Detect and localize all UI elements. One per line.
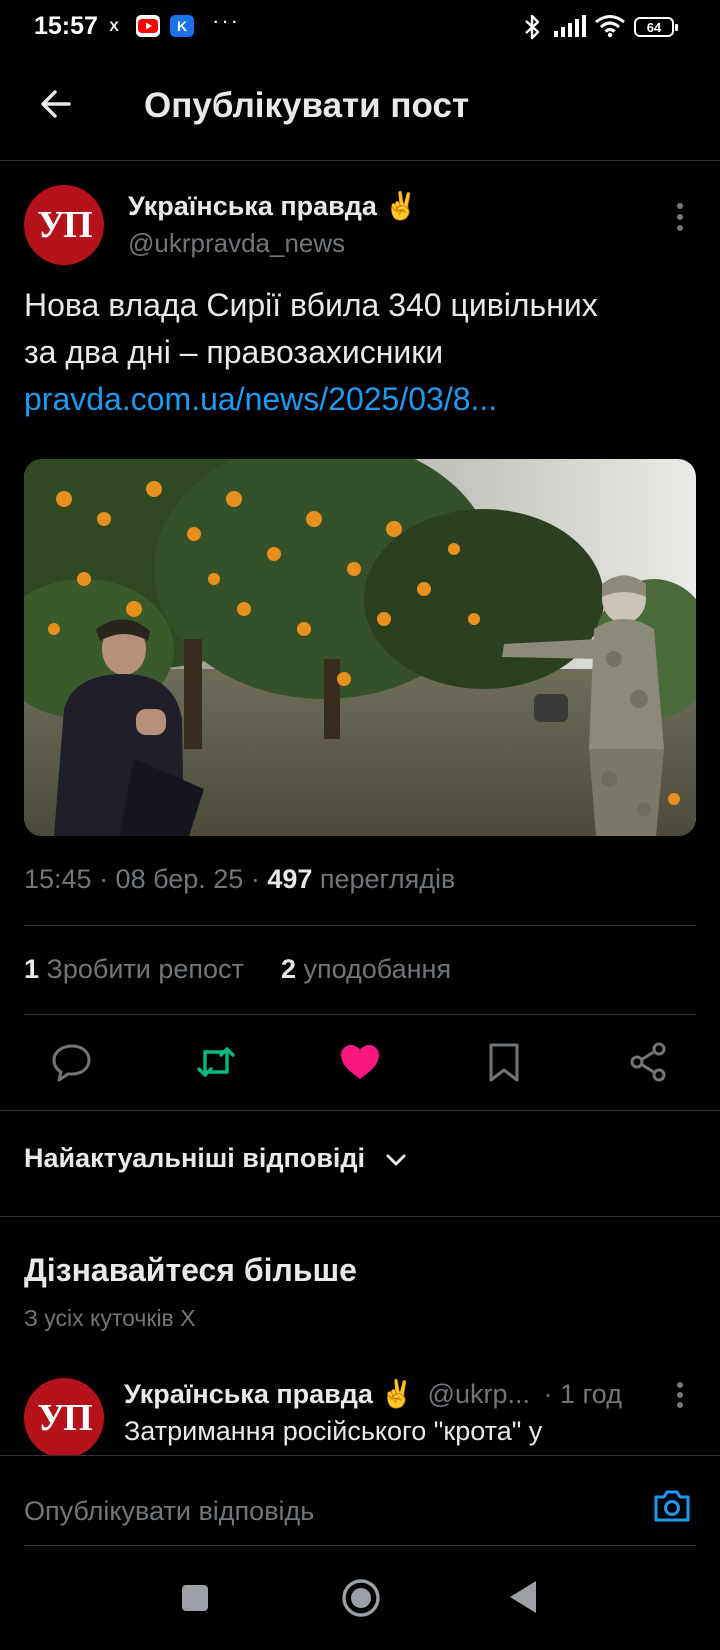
post-link[interactable]: pravda.com.ua/news/2025/03/8... bbox=[24, 376, 704, 423]
author-name[interactable]: Українська правда ✌️ bbox=[124, 1379, 414, 1409]
reply-composer: Опублікувати відповідь bbox=[0, 1455, 720, 1650]
x-icon: X bbox=[102, 15, 126, 37]
reposts-label: Зробити репост bbox=[39, 954, 244, 984]
actions-divider bbox=[0, 1110, 720, 1111]
camera-icon[interactable] bbox=[652, 1487, 692, 1525]
likes-count: 2 bbox=[280, 954, 296, 984]
views-label: переглядів bbox=[312, 864, 456, 894]
bookmark-icon[interactable] bbox=[482, 1040, 526, 1084]
stats-divider bbox=[24, 1014, 696, 1015]
back-arrow-icon[interactable] bbox=[36, 84, 76, 124]
likes-stat[interactable]: 2 уподобання bbox=[281, 954, 451, 984]
video-frame-image bbox=[24, 459, 696, 836]
reply-input[interactable]: Опублікувати відповідь bbox=[24, 1496, 314, 1527]
discover-item-text[interactable]: Затримання російського "крота" у bbox=[124, 1416, 542, 1447]
meta-divider bbox=[24, 925, 696, 926]
post-stats: 1 Зробити репост 2 уподобання bbox=[24, 954, 451, 985]
post-meta: 15:45 · 08 бер. 25 · 497 переглядів bbox=[24, 864, 455, 895]
discover-item-header: Українська правда ✌️ @ukrp... · 1 год bbox=[124, 1378, 622, 1410]
author-name[interactable]: Українська правда ✌️ bbox=[128, 190, 418, 222]
likes-label: уподобання bbox=[295, 954, 452, 984]
composer-top-divider bbox=[0, 1455, 720, 1456]
avatar[interactable]: УП bbox=[24, 185, 104, 265]
more-options-icon[interactable] bbox=[668, 1380, 692, 1410]
author-handle[interactable]: @ukrp... bbox=[428, 1379, 530, 1409]
wifi-icon bbox=[595, 15, 625, 38]
reposts-stat[interactable]: 1 Зробити репост bbox=[24, 954, 244, 984]
repost-icon[interactable] bbox=[194, 1040, 238, 1084]
discover-title: Дізнавайтеся більше bbox=[24, 1252, 357, 1288]
views-count: 497 bbox=[267, 864, 313, 894]
replies-sort-dropdown[interactable]: Найактуальніші відповіді bbox=[24, 1143, 407, 1174]
youtube-icon bbox=[136, 15, 160, 37]
post-text-line: за два дні – правозахисники bbox=[24, 334, 444, 370]
nav-recents-button[interactable] bbox=[182, 1585, 208, 1611]
post-text: Нова влада Сирії вбила 340 цивільних за … bbox=[24, 282, 704, 423]
post-text-line: Нова влада Сирії вбила 340 цивільних bbox=[24, 287, 598, 323]
nav-home-button[interactable] bbox=[340, 1577, 382, 1619]
status-time: 15:57 bbox=[34, 12, 98, 40]
kyivstar-icon: K bbox=[170, 15, 194, 37]
bluetooth-icon bbox=[525, 14, 540, 40]
replies-sort-label: Найактуальніші відповіді bbox=[24, 1143, 366, 1173]
page-title: Опублікувати пост bbox=[144, 86, 470, 125]
post-time: · 1 год bbox=[543, 1379, 622, 1409]
header-divider bbox=[0, 160, 720, 161]
composer-bottom-divider bbox=[24, 1545, 696, 1546]
replies-divider bbox=[0, 1216, 720, 1217]
nav-back-button[interactable] bbox=[508, 1579, 538, 1615]
more-notifications-icon: ··· bbox=[212, 8, 240, 33]
more-options-icon[interactable] bbox=[668, 200, 692, 234]
discover-subtitle: З усіх куточків X bbox=[24, 1305, 196, 1331]
reply-icon[interactable] bbox=[50, 1040, 94, 1084]
avatar[interactable]: УП bbox=[24, 1378, 104, 1458]
signal-icon bbox=[554, 15, 586, 37]
author-handle[interactable]: @ukrpravda_news bbox=[128, 228, 345, 259]
share-icon[interactable] bbox=[626, 1040, 670, 1084]
reposts-count: 1 bbox=[24, 954, 40, 984]
like-icon[interactable] bbox=[338, 1040, 382, 1084]
status-bar: 15:57 X K ··· 64 bbox=[0, 0, 720, 56]
battery-indicator: 64 bbox=[634, 17, 678, 37]
post-timestamp: 15:45 · 08 бер. 25 · bbox=[24, 864, 268, 894]
post-video[interactable] bbox=[24, 459, 696, 836]
chevron-down-icon bbox=[386, 1154, 406, 1166]
